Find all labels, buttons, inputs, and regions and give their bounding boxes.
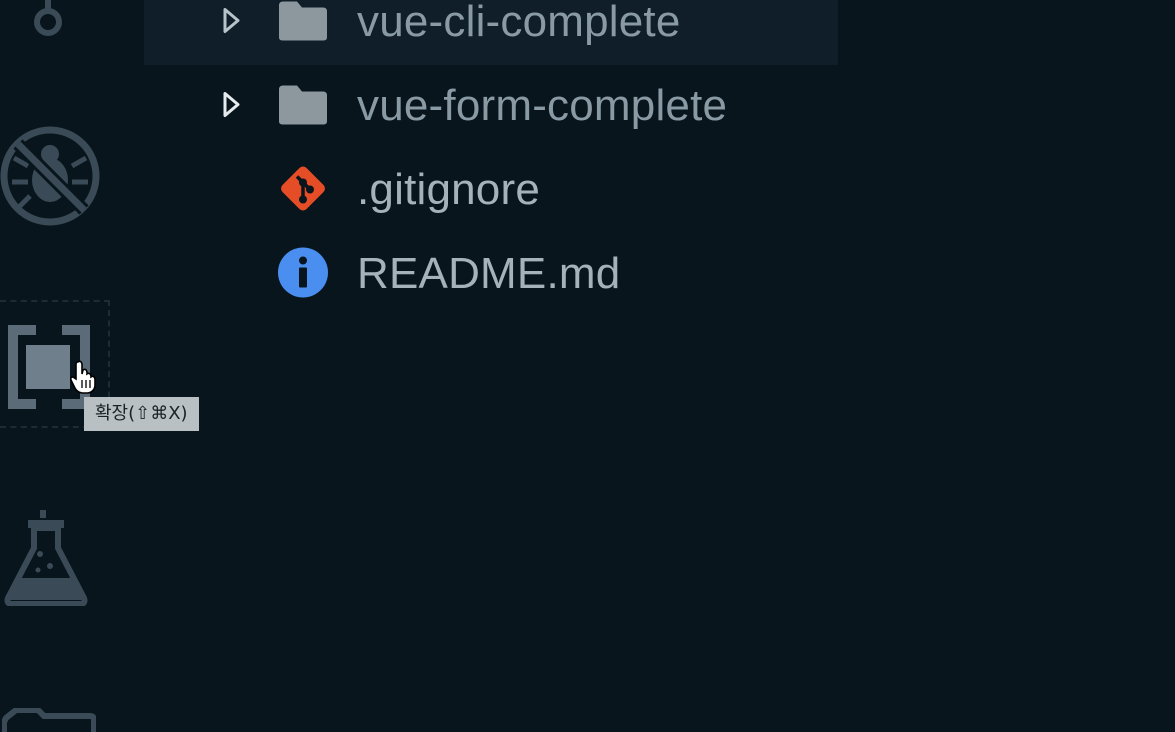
tree-item-readme[interactable]: README.md (144, 233, 1175, 317)
tree-item-vue-cli-complete[interactable]: vue-cli-complete (144, 0, 838, 65)
activity-bar: 확장(⇧⌘X) (0, 0, 199, 732)
tree-item-vue-form-complete[interactable]: vue-form-complete (144, 65, 1175, 149)
hand-cursor-icon (69, 360, 100, 399)
tree-item-label: README.md (357, 249, 621, 298)
vscode-window: 확장(⇧⌘X) vue-cli-complete vue-form-comple… (0, 0, 1175, 732)
flask-icon[interactable] (4, 508, 88, 606)
git-icon (277, 163, 329, 220)
extensions-tooltip: 확장(⇧⌘X) (84, 397, 199, 431)
folder-icon[interactable] (2, 708, 96, 732)
folder-icon (277, 84, 329, 131)
no-bug-icon[interactable] (0, 124, 104, 228)
tree-item-gitignore[interactable]: .gitignore (144, 149, 1175, 233)
tree-item-label: .gitignore (357, 165, 541, 214)
info-icon (277, 247, 329, 304)
chevron-right-icon[interactable] (222, 7, 242, 40)
chevron-right-icon[interactable] (222, 91, 242, 124)
tree-item-label: vue-cli-complete (357, 0, 681, 46)
folder-icon (277, 0, 329, 47)
source-control-icon[interactable] (28, 0, 68, 40)
tree-item-label: vue-form-complete (357, 81, 728, 130)
